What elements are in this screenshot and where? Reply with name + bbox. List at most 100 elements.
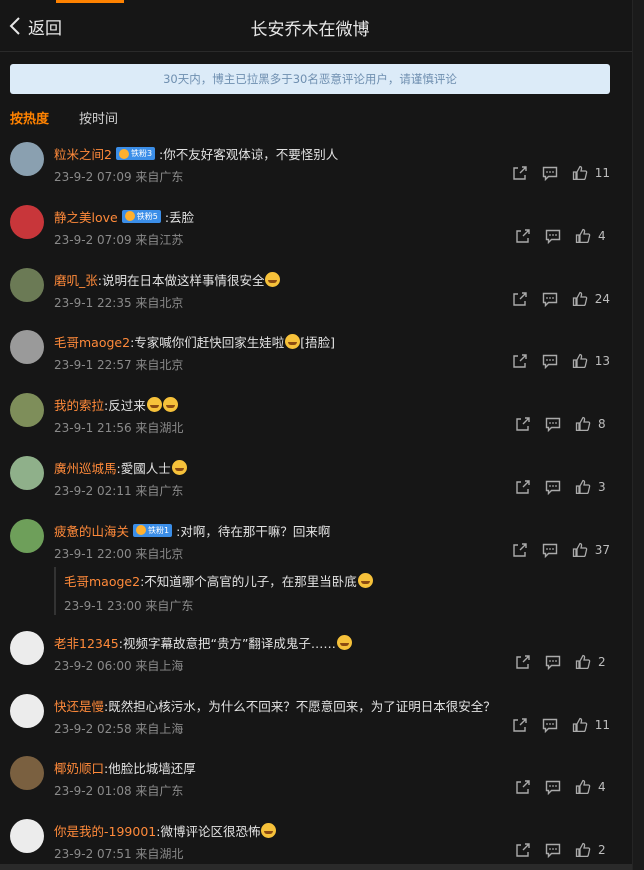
emoji-icon	[336, 634, 352, 650]
comment-text: :反过来	[104, 398, 146, 414]
comment-item: 粒米之间2 铁粉3:你不友好客观体谅，不要怪别人 23-9-2 07:09 来自广东…	[0, 132, 632, 195]
username[interactable]: 粒米之间2	[54, 144, 112, 163]
like-count: 13	[594, 354, 610, 369]
comment-line: 疲惫的山海关 铁粉1:对啊，待在那干嘛？回来啊	[54, 521, 622, 540]
comment-line: 磨叽_张:说明在日本做这样事情很安全	[54, 270, 622, 289]
avatar[interactable]	[10, 819, 44, 854]
share-icon[interactable]	[515, 779, 531, 795]
comment-icon[interactable]	[545, 416, 561, 433]
comment-text: :专家喊你们赶快回家生娃啦	[130, 335, 285, 351]
like-count: 4	[598, 780, 606, 795]
like-count: 11	[594, 717, 610, 732]
like-button[interactable]: 11	[572, 717, 610, 733]
thumbs-up-icon	[572, 353, 588, 369]
username[interactable]: 磨叽_张	[54, 270, 98, 289]
comment-icon[interactable]	[542, 717, 558, 733]
moderation-notice: 30天内，博主已拉黑多于30名恶意评论用户，请谨慎评论	[10, 64, 610, 94]
share-icon[interactable]	[515, 228, 531, 244]
comment-icon[interactable]	[542, 291, 558, 307]
comment-icon[interactable]	[542, 353, 558, 370]
comment-icon[interactable]	[545, 228, 561, 244]
like-count: 3	[598, 479, 606, 494]
comment-text: :你不友好客观体谅，不要怪别人	[159, 147, 339, 162]
comment-icon[interactable]	[545, 779, 561, 796]
comment-text: :既然担心核污水，为什么不回来？不愿意回来，为了证明日本很安全？	[104, 698, 496, 714]
avatar[interactable]	[10, 204, 44, 239]
username[interactable]: 毛哥maoge2	[54, 332, 130, 351]
avatar[interactable]	[10, 267, 44, 302]
username[interactable]: 快还是慢	[54, 696, 104, 715]
share-icon[interactable]	[512, 717, 528, 733]
comment-meta: 23-9-2 01:08 来自广东	[54, 784, 184, 799]
share-icon[interactable]	[515, 654, 531, 670]
reply-username[interactable]: 毛哥maoge2	[64, 571, 140, 590]
laugh-emoji-icon	[357, 572, 373, 588]
avatar[interactable]	[10, 630, 44, 665]
thumbs-up-icon	[575, 842, 591, 858]
share-icon[interactable]	[512, 165, 528, 181]
like-button[interactable]: 2	[575, 842, 610, 858]
like-button[interactable]: 24	[572, 291, 610, 307]
reply-meta: 23-9-1 23:00 来自广东	[64, 598, 194, 613]
comment-actions: 4	[515, 779, 610, 796]
avatar[interactable]	[10, 393, 44, 428]
laugh-emoji-icon	[146, 397, 162, 413]
like-button[interactable]: 13	[572, 353, 610, 369]
fan-badge-icon	[124, 211, 135, 222]
username[interactable]: 椰奶顺口	[54, 758, 104, 777]
reply-item: 毛哥maoge2:不知道哪个高官的儿子，在那里当卧底 23-9-1 23:00 来…	[54, 566, 514, 615]
like-button[interactable]: 2	[575, 654, 610, 670]
like-count: 2	[598, 654, 606, 669]
avatar[interactable]	[10, 142, 44, 176]
share-icon[interactable]	[512, 542, 528, 558]
comment-line: 粒米之间2 铁粉3:你不友好客观体谅，不要怪别人	[54, 144, 622, 163]
comment-icon[interactable]	[542, 165, 558, 182]
fan-badge-icon	[136, 525, 147, 536]
comment-icon[interactable]	[545, 479, 561, 496]
comment-meta: 23-9-2 07:09 来自江苏	[54, 232, 184, 247]
like-button[interactable]: 8	[575, 416, 610, 432]
tab-sort-time[interactable]: 按时间	[79, 108, 118, 127]
comment-icon[interactable]	[545, 654, 561, 670]
like-count: 24	[594, 291, 610, 306]
thumbs-up-icon	[572, 717, 588, 733]
avatar[interactable]	[10, 518, 44, 553]
comment-actions: 2	[515, 654, 610, 670]
tab-sort-hot[interactable]: 按热度	[10, 108, 49, 127]
username[interactable]: 疲惫的山海关	[54, 521, 129, 540]
avatar[interactable]	[10, 330, 44, 365]
comment-icon[interactable]	[542, 542, 558, 558]
username[interactable]: 我的索拉	[54, 395, 104, 414]
username[interactable]: 你是我的-199001	[54, 821, 156, 840]
like-button[interactable]: 4	[575, 228, 610, 244]
avatar[interactable]	[10, 455, 44, 490]
comment-line: 椰奶顺口:他脸比城墙还厚	[54, 758, 622, 777]
top-nav: 返回 长安乔木在微博	[0, 0, 632, 52]
comment-item: 磨叽_张:说明在日本做这样事情很安全 23-9-1 22:35 来自北京 24	[0, 258, 632, 321]
share-icon[interactable]	[515, 842, 531, 858]
like-button[interactable]: 37	[572, 542, 610, 558]
comment-icon[interactable]	[545, 842, 561, 859]
like-button[interactable]: 4	[575, 779, 610, 795]
share-icon[interactable]	[515, 416, 531, 432]
username[interactable]: 老非12345	[54, 633, 119, 652]
fan-badge: 铁粉3	[115, 147, 156, 160]
thumbs-up-icon	[575, 479, 591, 495]
comment-text: :微博评论区很恐怖	[156, 824, 261, 840]
share-icon[interactable]	[512, 353, 528, 369]
like-button[interactable]: 3	[575, 479, 610, 495]
share-icon[interactable]	[515, 479, 531, 495]
username[interactable]: 静之美love	[54, 207, 118, 226]
avatar[interactable]	[10, 693, 44, 728]
comment-item: 廣州巡城馬:愛國人士 23-9-2 02:11 来自广东 3	[0, 446, 632, 509]
username[interactable]: 廣州巡城馬	[54, 458, 117, 477]
comment-line: 你是我的-199001:微博评论区很恐怖	[54, 821, 622, 840]
avatar[interactable]	[10, 756, 44, 791]
horizontal-scrollbar[interactable]	[0, 864, 632, 870]
emoji-icon	[171, 459, 187, 475]
share-icon[interactable]	[512, 291, 528, 307]
comment-actions: 2	[515, 842, 610, 859]
like-button[interactable]: 11	[572, 165, 610, 181]
like-count: 8	[598, 417, 606, 432]
vertical-scrollbar[interactable]	[632, 0, 644, 870]
